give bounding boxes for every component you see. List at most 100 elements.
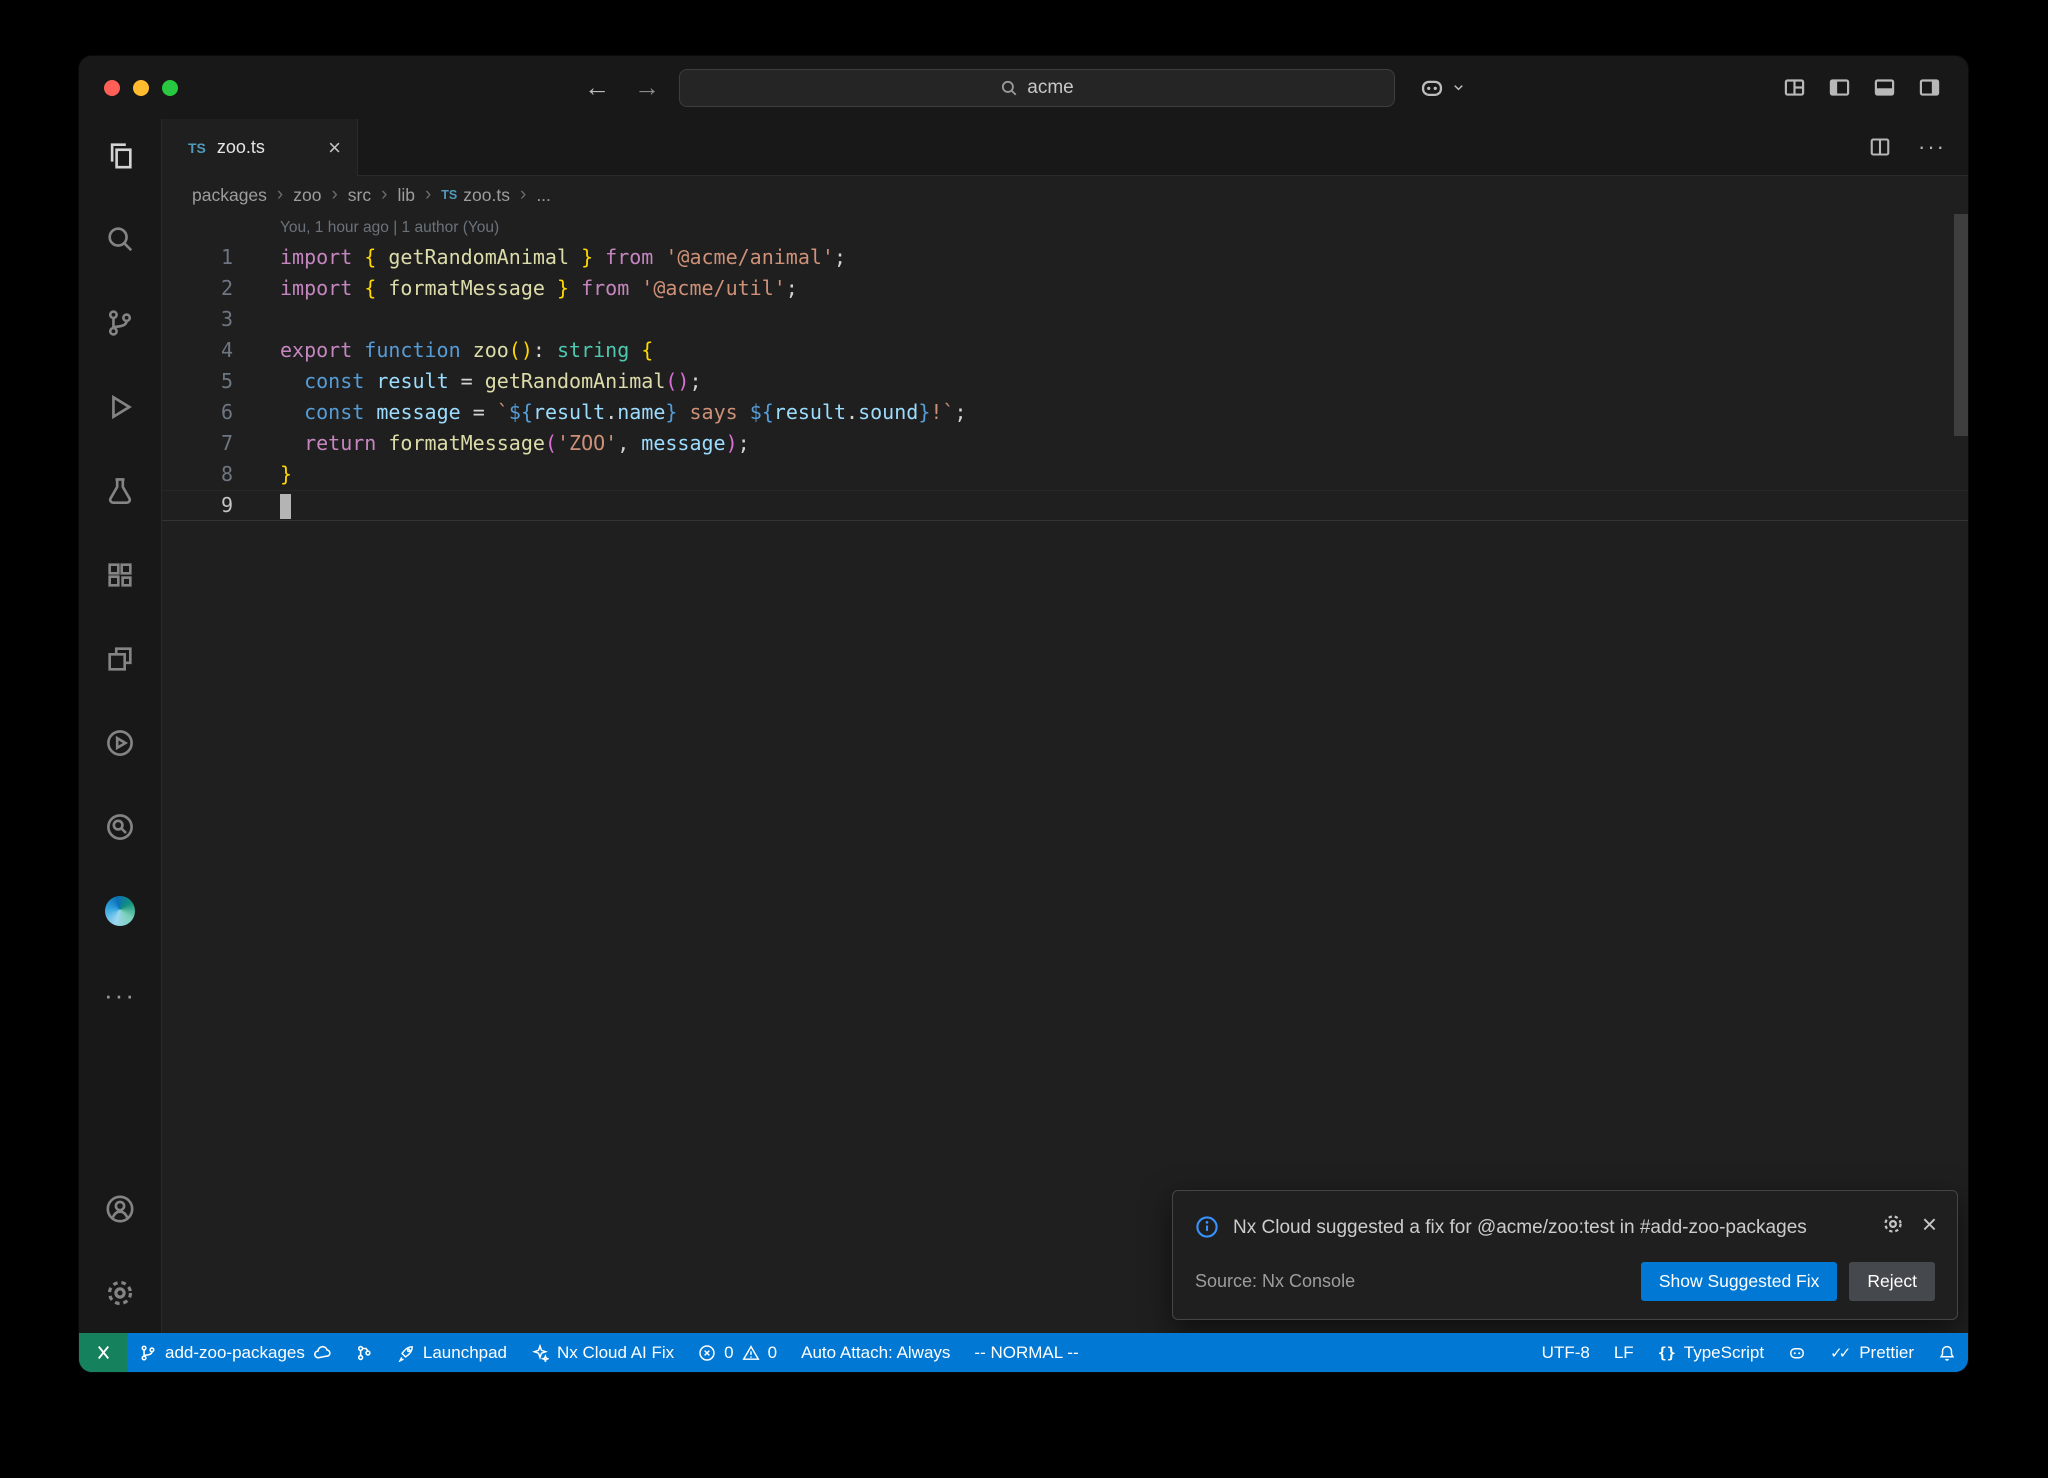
- settings-gear-icon[interactable]: [94, 1267, 146, 1319]
- window-controls: [104, 56, 178, 119]
- copilot-status[interactable]: [1776, 1333, 1818, 1372]
- code-line[interactable]: 6 const message = `${result.name} says $…: [162, 397, 1968, 428]
- cloud-sync-icon: [313, 1344, 331, 1362]
- code-line[interactable]: 4export function zoo(): string {: [162, 335, 1968, 366]
- eol-status[interactable]: LF: [1602, 1333, 1646, 1372]
- prettier-label: Prettier: [1859, 1343, 1914, 1363]
- breadcrumb-separator-icon: ›: [331, 184, 337, 206]
- code-line[interactable]: 7 return formatMessage('ZOO', message);: [162, 428, 1968, 459]
- testing-beaker-icon[interactable]: [94, 465, 146, 517]
- editor-scrollbar[interactable]: [1954, 214, 1968, 436]
- launchpad-rocket-icon: [397, 1344, 415, 1362]
- remote-indicator[interactable]: [79, 1333, 127, 1372]
- line-number: 1: [162, 242, 250, 273]
- line-number: 4: [162, 335, 250, 366]
- customize-layout-icon[interactable]: [1782, 75, 1807, 100]
- typescript-file-icon: TS: [188, 140, 206, 156]
- line-number: 2: [162, 273, 250, 304]
- source-control-icon[interactable]: [94, 297, 146, 349]
- show-suggested-fix-button[interactable]: Show Suggested Fix: [1641, 1262, 1838, 1301]
- toggle-panel-bottom-icon[interactable]: [1872, 75, 1897, 100]
- notification-settings-gear-icon[interactable]: [1882, 1213, 1904, 1235]
- branch-status[interactable]: add-zoo-packages: [127, 1333, 343, 1372]
- search-value: acme: [1027, 77, 1073, 99]
- search-sidebar-icon[interactable]: [94, 213, 146, 265]
- double-check-icon: ✓✓: [1830, 1344, 1851, 1362]
- nx-cloud-label: Nx Cloud AI Fix: [557, 1343, 674, 1363]
- typescript-file-icon: TS: [441, 188, 457, 202]
- notifications-bell[interactable]: [1926, 1333, 1968, 1372]
- copilot-menu[interactable]: [1419, 56, 1466, 119]
- breadcrumb: packages›zoo›src›lib›TSzoo.ts›...: [162, 176, 1968, 214]
- toggle-panel-left-icon[interactable]: [1827, 75, 1852, 100]
- auto-attach-status[interactable]: Auto Attach: Always: [789, 1333, 962, 1372]
- braces-icon: {}: [1658, 1344, 1676, 1362]
- language-status[interactable]: {} TypeScript: [1646, 1333, 1776, 1372]
- remote-icon: [94, 1343, 113, 1362]
- zoom-window-button[interactable]: [162, 80, 178, 96]
- notification-toast: Nx Cloud suggested a fix for @acme/zoo:t…: [1172, 1190, 1958, 1320]
- screen: ← → acme: [0, 0, 2048, 1478]
- encoding-status[interactable]: UTF-8: [1530, 1333, 1602, 1372]
- close-tab-icon[interactable]: ×: [328, 137, 341, 159]
- editor-group: TS zoo.ts × ··· packages›zoo›src›lib›TSz…: [162, 119, 1968, 1333]
- code-line[interactable]: 5 const result = getRandomAnimal();: [162, 366, 1968, 397]
- problems-status[interactable]: 0 0: [686, 1333, 789, 1372]
- editor-cursor: [280, 494, 291, 519]
- breadcrumb-separator-icon: ›: [520, 184, 526, 206]
- main-area: ··· TS zoo.ts × ··· packages: [79, 119, 1968, 1333]
- edge-browser-icon[interactable]: [94, 885, 146, 937]
- command-center-search[interactable]: acme: [679, 69, 1395, 107]
- code-line[interactable]: 3: [162, 304, 1968, 335]
- code-line[interactable]: 1import { getRandomAnimal } from '@acme/…: [162, 242, 1968, 273]
- status-bar: add-zoo-packages Launchpad Nx Cloud AI F…: [79, 1333, 1968, 1372]
- breadcrumb-item[interactable]: packages: [192, 185, 267, 206]
- breadcrumb-item[interactable]: ...: [536, 185, 551, 206]
- breadcrumb-separator-icon: ›: [381, 184, 387, 206]
- notification-source: Source: Nx Console: [1195, 1271, 1355, 1292]
- explorer-icon[interactable]: [94, 129, 146, 181]
- branch-name: add-zoo-packages: [165, 1343, 305, 1363]
- launchpad-label: Launchpad: [423, 1343, 507, 1363]
- code-lines: 1import { getRandomAnimal } from '@acme/…: [162, 242, 1968, 521]
- code-line[interactable]: 9: [162, 490, 1968, 521]
- remote-explorer-icon[interactable]: [94, 633, 146, 685]
- breadcrumb-item[interactable]: zoo: [293, 185, 321, 206]
- copilot-icon: [1419, 75, 1445, 101]
- extensions-icon[interactable]: [94, 549, 146, 601]
- line-number: 5: [162, 366, 250, 397]
- toggle-panel-right-icon[interactable]: [1917, 75, 1942, 100]
- notification-close-icon[interactable]: ×: [1922, 1211, 1937, 1237]
- accounts-icon[interactable]: [94, 1183, 146, 1235]
- split-editor-icon[interactable]: [1868, 135, 1892, 159]
- search-circle-icon[interactable]: [94, 801, 146, 853]
- code-line[interactable]: 2import { formatMessage } from '@acme/ut…: [162, 273, 1968, 304]
- layout-controls: [1782, 56, 1942, 119]
- source-control-graph-status[interactable]: [343, 1333, 385, 1372]
- prettier-status[interactable]: ✓✓ Prettier: [1818, 1333, 1926, 1372]
- vim-mode-status[interactable]: -- NORMAL --: [962, 1333, 1090, 1372]
- run-debug-icon[interactable]: [94, 381, 146, 433]
- more-actions-icon[interactable]: ···: [1918, 134, 1946, 160]
- line-number: 9: [162, 490, 250, 521]
- forward-arrow-icon[interactable]: →: [634, 72, 660, 103]
- code-line[interactable]: 8}: [162, 459, 1968, 490]
- copilot-status-icon: [1788, 1344, 1806, 1362]
- title-bar: ← → acme: [79, 56, 1968, 120]
- tab-zoo-ts[interactable]: TS zoo.ts ×: [162, 119, 358, 176]
- breadcrumb-item[interactable]: src: [348, 185, 371, 206]
- launchpad-status[interactable]: Launchpad: [385, 1333, 519, 1372]
- breadcrumb-item[interactable]: lib: [397, 185, 415, 206]
- minimize-window-button[interactable]: [133, 80, 149, 96]
- play-circle-icon[interactable]: [94, 717, 146, 769]
- editor-actions: ···: [1868, 119, 1946, 175]
- code-editor[interactable]: You, 1 hour ago | 1 author (You) 1import…: [162, 214, 1968, 1333]
- more-views-icon[interactable]: ···: [94, 969, 146, 1021]
- back-arrow-icon[interactable]: ←: [584, 72, 610, 103]
- warnings-icon: [742, 1344, 760, 1362]
- breadcrumb-item[interactable]: TSzoo.ts: [441, 185, 510, 206]
- error-count: 0: [724, 1343, 733, 1363]
- reject-button[interactable]: Reject: [1849, 1262, 1935, 1301]
- nx-cloud-ai-fix-status[interactable]: Nx Cloud AI Fix: [519, 1333, 686, 1372]
- close-window-button[interactable]: [104, 80, 120, 96]
